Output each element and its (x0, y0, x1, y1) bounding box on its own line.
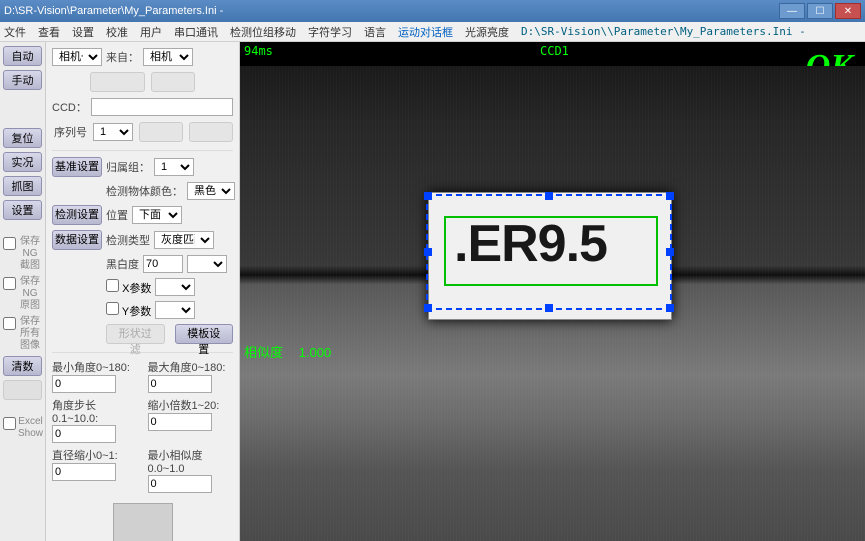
live-button[interactable]: 实况 (3, 152, 42, 172)
auto-button[interactable]: 自动 (3, 46, 42, 66)
menu-lang[interactable]: 语言 (364, 24, 386, 40)
max-angle-input[interactable] (148, 375, 212, 393)
y-param-select[interactable] (155, 301, 195, 319)
grab-button[interactable]: 抓图 (3, 176, 42, 196)
group-select[interactable]: 1 (154, 158, 194, 176)
menu-detect-move[interactable]: 检测位组移动 (230, 24, 296, 40)
menu-view[interactable]: 查看 (38, 24, 60, 40)
template-button[interactable]: 模板设置 (175, 324, 234, 344)
angle-step-label: 角度步长0.1~10.0: (52, 397, 138, 425)
save-ng-orig-check[interactable]: 保存NG原图 (3, 276, 42, 312)
maximize-button[interactable]: ☐ (807, 3, 833, 19)
dc-shrink-input[interactable] (52, 463, 116, 481)
scale-input[interactable] (148, 413, 212, 431)
roi-handle-mr[interactable] (666, 248, 674, 256)
detect-mode-label: 检测类型 (106, 232, 150, 248)
y-param-check[interactable]: Y参数 (106, 302, 151, 319)
menu-serial[interactable]: 串口通讯 (174, 24, 218, 40)
roi-handle-br[interactable] (666, 304, 674, 312)
window-title: D:\SR-Vision\Parameter\My_Parameters.Ini… (4, 5, 779, 17)
roi-handle-tr[interactable] (666, 192, 674, 200)
bw-input[interactable] (143, 255, 183, 273)
menu-char-learn[interactable]: 字符学习 (308, 24, 352, 40)
min-sim-label: 最小相似度0.0~1.0 (148, 447, 234, 475)
close-button[interactable]: ✕ (835, 3, 861, 19)
min-sim-input[interactable] (148, 475, 212, 493)
roi-handle-ml[interactable] (424, 248, 432, 256)
camera-type-select[interactable]: 相机 ▾ (143, 48, 193, 66)
min-angle-input[interactable] (52, 375, 116, 393)
seq-btn-2[interactable] (189, 122, 233, 142)
dim-button-2[interactable] (151, 72, 195, 92)
menu-file[interactable]: 文件 (4, 24, 26, 40)
roi-handle-bm[interactable] (545, 304, 553, 312)
save-ng-front-checkbox[interactable] (3, 237, 16, 250)
menu-bar: 文件 查看 设置 校准 用户 串口通讯 检测位组移动 字符学习 语言 运动对话框… (0, 22, 865, 42)
settings-button[interactable]: 设置 (3, 200, 42, 220)
menu-path-info: D:\SR-Vision\\Parameter\My_Parameters.In… (521, 25, 806, 38)
y-param-checkbox[interactable] (106, 302, 119, 315)
seq-select[interactable]: 1 (93, 123, 133, 141)
bw-label: 黑白度 (106, 256, 139, 272)
dc-shrink-label: 直径缩小0~1: (52, 447, 138, 463)
left-button-bar: 自动 手动 复位 实况 抓图 设置 保存NG截图 保存NG原图 保存所有图像 清… (0, 42, 46, 541)
camera-main-select[interactable]: 相机一 (52, 48, 102, 66)
max-angle-label: 最大角度0~180: (148, 359, 234, 375)
save-ng-front-check[interactable]: 保存NG截图 (3, 236, 42, 272)
save-all-check[interactable]: 保存所有图像 (3, 316, 42, 352)
min-angle-label: 最小角度0~180: (52, 359, 138, 375)
disabled-button (3, 380, 42, 400)
clear-count-button[interactable]: 清数 (3, 356, 42, 376)
scale-label: 缩小倍数1~20: (148, 397, 234, 413)
camera-viewer: 94ms CCD1 OK 总数: 0 OK数: 0 合格率: 0.000% .E… (240, 42, 865, 541)
pos-select[interactable]: 下面 (132, 206, 182, 224)
menu-light[interactable]: 光源亮度 (465, 24, 509, 40)
data-settings-tab[interactable]: 数据设置 (52, 230, 102, 250)
ccd-input[interactable] (91, 98, 233, 116)
roi-handle-tm[interactable] (545, 192, 553, 200)
color-select[interactable]: 黑色 (187, 182, 235, 200)
manual-button[interactable]: 手动 (3, 70, 42, 90)
group-label: 归属组： (106, 159, 150, 175)
detect-settings-tab[interactable]: 检测设置 (52, 205, 102, 225)
big-action-button[interactable] (113, 503, 173, 541)
angle-step-input[interactable] (52, 425, 116, 443)
dim-button-1[interactable] (90, 72, 145, 92)
menu-motion-dialog[interactable]: 运动对话框 (398, 24, 453, 40)
pos-label: 位置 (106, 207, 128, 223)
roi-handle-bl[interactable] (424, 304, 432, 312)
menu-calib[interactable]: 校准 (106, 24, 128, 40)
minimize-button[interactable]: — (779, 3, 805, 19)
bw-aux-select[interactable] (187, 255, 227, 273)
seq-btn-1[interactable] (139, 122, 183, 142)
shape-filter-button[interactable]: 形状过滤 (106, 324, 165, 344)
ccd-overlay-label: CCD1 (540, 44, 569, 58)
reset-button[interactable]: 复位 (3, 128, 42, 148)
color-label: 检测物体颜色： (106, 183, 183, 199)
timing-label: 94ms (244, 44, 273, 58)
save-all-checkbox[interactable] (3, 317, 16, 330)
x-param-check[interactable]: X参数 (106, 279, 151, 296)
save-ng-orig-checkbox[interactable] (3, 277, 16, 290)
ccd-label: CCD： (52, 99, 87, 115)
camera-image: .ER9.5 相似度 1.000 (240, 66, 865, 541)
menu-user[interactable]: 用户 (140, 24, 162, 40)
outer-roi[interactable] (426, 194, 672, 310)
x-param-checkbox[interactable] (106, 279, 119, 292)
base-settings-tab[interactable]: 基准设置 (52, 157, 102, 177)
from-label: 来自： (106, 49, 139, 65)
seq-label: 序列号 (54, 124, 87, 140)
window-controls: — ☐ ✕ (779, 3, 861, 19)
detect-mode-select[interactable]: 灰度匹配 (154, 231, 214, 249)
roi-handle-tl[interactable] (424, 192, 432, 200)
similarity-readout: 相似度 1.000 (244, 342, 331, 361)
excel-show-checkbox[interactable] (3, 417, 16, 430)
menu-settings[interactable]: 设置 (72, 24, 94, 40)
settings-panel: 相机一 来自： 相机 ▾ CCD： 序列号 1 基准设置 归属组： 1 (46, 42, 240, 541)
window-titlebar: D:\SR-Vision\Parameter\My_Parameters.Ini… (0, 0, 865, 22)
x-param-select[interactable] (155, 278, 195, 296)
excel-show-check[interactable]: Excel Show (3, 416, 42, 440)
